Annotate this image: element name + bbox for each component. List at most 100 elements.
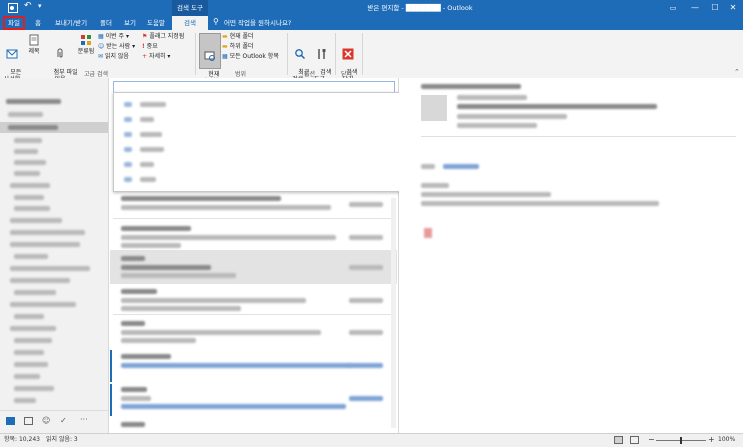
folder-item[interactable]	[10, 242, 80, 247]
folder-item[interactable]	[10, 278, 70, 283]
suggestion-item[interactable]	[140, 147, 164, 152]
folder-item[interactable]	[14, 206, 50, 211]
folder-item[interactable]	[10, 266, 90, 271]
folder-item[interactable]	[8, 112, 43, 117]
message-preview[interactable]	[121, 205, 331, 210]
message-preview[interactable]	[121, 306, 241, 311]
unread-indicator	[110, 384, 112, 416]
suggestion-item[interactable]	[140, 162, 154, 167]
message-body-link[interactable]	[443, 164, 479, 169]
folder-item[interactable]	[10, 230, 85, 235]
zoom-in-icon[interactable]: +	[708, 434, 715, 446]
reading-view-icon[interactable]	[630, 436, 639, 444]
folder-item[interactable]	[14, 290, 56, 295]
folder-item[interactable]	[14, 160, 46, 165]
minimize-button[interactable]: —	[684, 0, 706, 16]
suggestion-item[interactable]	[124, 162, 132, 167]
suggestion-item[interactable]	[124, 132, 132, 137]
quick-access-dropdown-icon[interactable]: ▾	[38, 2, 42, 10]
folder-item[interactable]	[10, 302, 76, 307]
people-nav-icon[interactable]: ☺	[42, 416, 50, 425]
categorized-button[interactable]: 분류됨	[76, 34, 96, 55]
subject-button[interactable]: 제목	[25, 34, 43, 55]
mail-icon[interactable]	[6, 417, 15, 425]
message-preview[interactable]	[121, 396, 151, 401]
all-outlook-items-button[interactable]: ▦ 모든 Outlook 항목	[222, 53, 279, 61]
suggestion-item[interactable]	[124, 117, 132, 122]
folder-item[interactable]	[14, 314, 44, 319]
message-sender[interactable]	[121, 387, 147, 392]
folder-item[interactable]	[14, 386, 54, 391]
folder-item[interactable]	[14, 350, 44, 355]
folder-item[interactable]	[6, 99, 61, 104]
current-mailbox-button[interactable]: 현재 사서함	[199, 33, 221, 85]
zoom-out-icon[interactable]: −	[648, 434, 655, 446]
message-preview[interactable]	[121, 265, 211, 270]
message-preview[interactable]	[121, 243, 181, 248]
message-preview[interactable]	[121, 298, 306, 303]
tab-help[interactable]: 도움말	[143, 16, 169, 30]
message-sender[interactable]	[121, 256, 145, 261]
this-week-button[interactable]: ▦ 이번 주 ▾	[98, 33, 129, 41]
folder-item[interactable]	[14, 149, 38, 154]
important-button[interactable]: ! 중요	[142, 43, 158, 51]
magnifier-icon	[295, 49, 306, 60]
undo-icon[interactable]: ↶	[24, 1, 32, 11]
folder-item[interactable]	[14, 374, 40, 379]
tab-folder[interactable]: 폴더	[96, 16, 116, 30]
suggestion-item[interactable]	[140, 117, 154, 122]
tab-home[interactable]: 홈	[30, 16, 46, 30]
message-sender[interactable]	[121, 422, 145, 427]
suggestion-item[interactable]	[124, 147, 132, 152]
folder-item[interactable]	[14, 171, 40, 176]
tab-view[interactable]: 보기	[120, 16, 140, 30]
list-scrollbar[interactable]	[391, 198, 396, 428]
ribbon-separator	[195, 33, 196, 75]
folder-item[interactable]	[14, 338, 52, 343]
message-preview[interactable]	[121, 330, 321, 335]
folder-item[interactable]	[10, 326, 56, 331]
folder-item[interactable]	[10, 183, 50, 188]
suggestion-item[interactable]	[140, 177, 156, 182]
message-sender[interactable]	[121, 321, 145, 326]
current-folder-button[interactable]: ▬ 현재 폴더	[222, 33, 254, 41]
calendar-nav-icon[interactable]	[24, 417, 33, 425]
attachment-icon[interactable]	[424, 228, 432, 238]
message-preview[interactable]	[121, 404, 346, 409]
message-preview[interactable]	[121, 338, 196, 343]
folder-item[interactable]	[10, 218, 62, 223]
folder-item[interactable]	[14, 398, 36, 403]
tell-me-input[interactable]: 어떤 작업을 원하시나요?	[224, 16, 304, 30]
more-apps-icon[interactable]: ···	[80, 415, 88, 424]
close-button[interactable]: ✕	[722, 0, 743, 16]
suggestion-item[interactable]	[124, 177, 132, 182]
normal-view-icon[interactable]	[614, 436, 623, 444]
suggestion-item[interactable]	[140, 132, 162, 137]
more-button[interactable]: + 자세히 ▾	[142, 53, 170, 61]
collapse-ribbon-icon[interactable]: ⌃	[734, 68, 740, 76]
zoom-slider-thumb[interactable]	[680, 437, 682, 444]
folder-item[interactable]	[8, 125, 58, 130]
unread-button[interactable]: ✉ 읽지 않음	[98, 53, 129, 61]
message-preview[interactable]	[121, 273, 236, 278]
message-sender[interactable]	[121, 196, 281, 201]
folder-item[interactable]	[14, 195, 44, 200]
sent-to-button[interactable]: ☺ 받는 사람 ▾	[98, 43, 135, 51]
message-preview[interactable]	[121, 363, 351, 368]
tab-search[interactable]: 검색	[172, 16, 208, 30]
tab-file[interactable]: 파일	[3, 16, 25, 30]
message-sender[interactable]	[121, 226, 191, 231]
flagged-button[interactable]: ⚑ 플래그 지정됨	[142, 33, 184, 41]
message-sender[interactable]	[121, 289, 157, 294]
subfolders-button[interactable]: ▬ 하위 폴더	[222, 43, 254, 51]
folder-item[interactable]	[14, 138, 42, 143]
suggestion-item[interactable]	[124, 102, 132, 107]
folder-item[interactable]	[14, 362, 48, 367]
message-preview[interactable]	[121, 235, 336, 240]
tab-send-receive[interactable]: 보내기/받기	[50, 16, 92, 30]
tasks-nav-icon[interactable]: ✓	[60, 416, 67, 425]
message-sender[interactable]	[121, 354, 171, 359]
folder-item[interactable]	[14, 254, 48, 259]
ribbon-display-icon[interactable]: ▭	[662, 0, 684, 16]
suggestion-item[interactable]	[140, 102, 166, 107]
